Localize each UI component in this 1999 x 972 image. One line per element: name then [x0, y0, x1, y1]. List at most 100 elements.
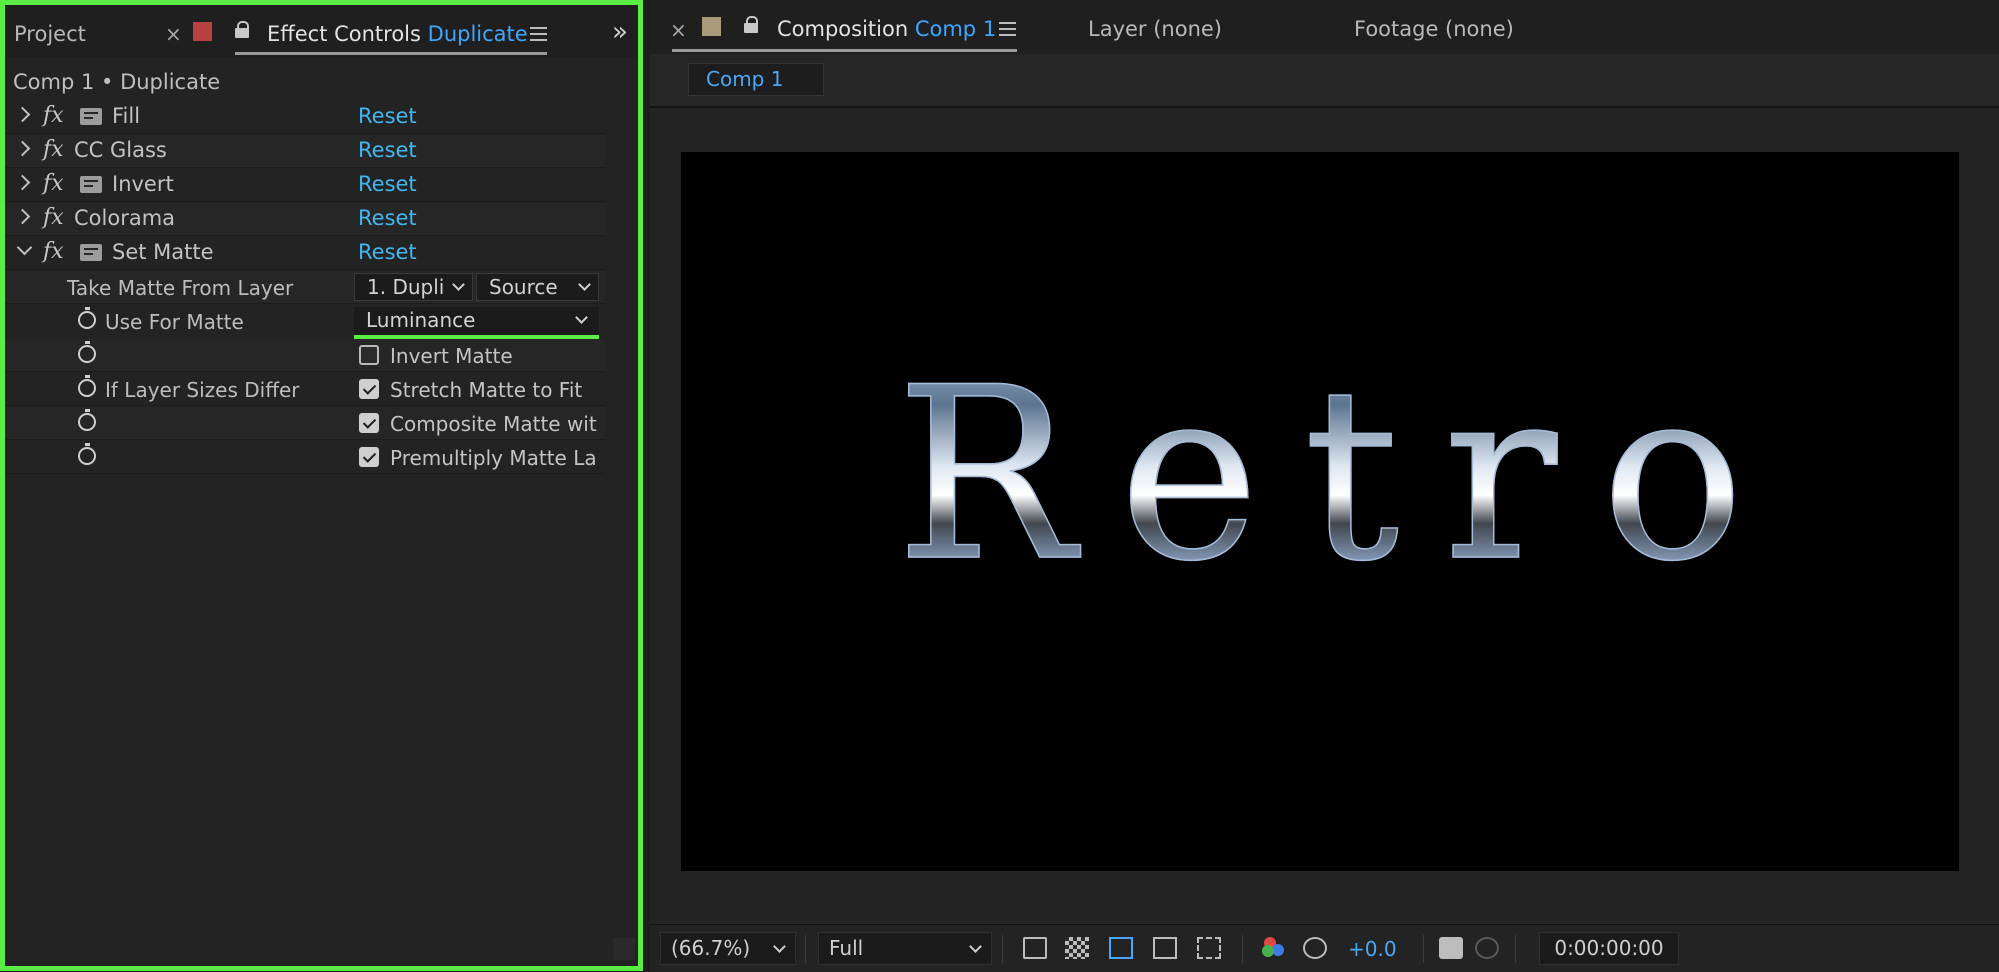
channel-rgb-icon[interactable] — [1262, 937, 1286, 959]
param-label: Use For Matte — [105, 310, 244, 334]
magnification-dropdown[interactable]: (66.7%) — [660, 932, 796, 965]
effect-row-colorama[interactable]: fx Colorama Reset — [5, 203, 605, 236]
reset-link[interactable]: Reset — [358, 172, 417, 196]
composition-navigator: Comp 1 — [650, 54, 1999, 108]
fast-previews-icon[interactable] — [1023, 937, 1047, 959]
close-tab-icon[interactable]: × — [165, 22, 182, 46]
reset-link[interactable]: Reset — [358, 138, 417, 162]
checkbox-label: Composite Matte wit — [390, 412, 597, 436]
region-of-interest-icon[interactable] — [1153, 937, 1177, 959]
tab-effect-controls-prefix: Effect Controls — [267, 22, 421, 46]
fx-icon[interactable]: fx — [43, 171, 64, 196]
effect-name: Colorama — [74, 206, 176, 230]
effect-row-cc-glass[interactable]: fx CC Glass Reset — [5, 135, 605, 168]
fx-icon[interactable]: fx — [43, 103, 64, 128]
exposure-value[interactable]: +0.0 — [1348, 937, 1397, 961]
stopwatch-icon[interactable] — [78, 341, 96, 363]
tab-composition[interactable]: Composition Comp 1 — [777, 17, 996, 41]
fx-icon[interactable]: fx — [43, 205, 64, 230]
effect-controls-panel: Project × Effect Controls Duplicate » Co… — [0, 0, 643, 971]
expand-chevron-icon[interactable] — [14, 174, 31, 191]
tab-footage[interactable]: Footage (none) — [1354, 17, 1514, 41]
param-row-layer-sizes: If Layer Sizes Differ Stretch Matte to F… — [5, 373, 605, 406]
use-for-matte-value: Luminance — [366, 308, 476, 332]
effect-row-set-matte[interactable]: fx Set Matte Reset — [5, 237, 605, 270]
transparency-grid-icon[interactable] — [1065, 937, 1089, 959]
source-dropdown[interactable]: Source — [476, 273, 599, 301]
snapshot-camera-icon[interactable] — [1439, 937, 1463, 959]
tab-effect-controls[interactable]: Effect Controls Duplicate — [267, 22, 528, 46]
tab-composition-prefix: Composition — [777, 17, 909, 41]
chevron-down-icon — [578, 278, 591, 291]
effect-row-fill[interactable]: fx Fill Reset — [5, 101, 605, 134]
active-tab-underline — [672, 49, 1017, 52]
param-row-invert-matte: Invert Matte — [5, 339, 605, 372]
param-label: If Layer Sizes Differ — [105, 378, 300, 402]
layer-dropdown-value: 1. Dupli — [367, 275, 445, 299]
retro-chrome-text: Retro — [681, 356, 1959, 596]
label-color-swatch[interactable] — [702, 17, 721, 36]
label-color-swatch[interactable] — [193, 22, 212, 41]
resolution-dropdown[interactable]: Full — [818, 932, 992, 965]
chevron-down-icon — [773, 940, 786, 953]
layer-dropdown[interactable]: 1. Dupli — [354, 273, 473, 301]
reset-exposure-icon[interactable] — [1303, 937, 1327, 959]
resolution-value: Full — [829, 936, 864, 960]
expand-chevron-icon[interactable] — [14, 106, 31, 123]
show-snapshot-icon[interactable] — [1475, 937, 1499, 959]
active-tab-underline — [235, 52, 547, 55]
expand-chevron-icon[interactable] — [14, 208, 31, 225]
stopwatch-icon[interactable] — [78, 409, 96, 431]
reset-link[interactable]: Reset — [358, 240, 417, 264]
effect-name: Set Matte — [112, 240, 214, 264]
comp-breadcrumb-tab[interactable]: Comp 1 — [688, 63, 824, 96]
invert-matte-checkbox[interactable] — [359, 345, 379, 365]
expand-chevron-icon[interactable] — [14, 140, 31, 157]
tab-effect-controls-layer: Duplicate — [427, 22, 528, 46]
panel-menu-icon[interactable] — [530, 27, 547, 41]
close-tab-icon[interactable]: × — [670, 18, 687, 42]
premultiply-matte-checkbox[interactable] — [359, 447, 379, 467]
tab-project[interactable]: Project — [14, 22, 86, 46]
checkbox-label: Premultiply Matte La — [390, 446, 597, 470]
overflow-chevrons-icon[interactable]: » — [612, 17, 628, 47]
composite-matte-checkbox[interactable] — [359, 413, 379, 433]
stopwatch-icon[interactable] — [78, 307, 96, 329]
stretch-matte-checkbox[interactable] — [359, 379, 379, 399]
effect-name: CC Glass — [74, 138, 167, 162]
chevron-down-icon — [969, 940, 982, 953]
param-row-premultiply: Premultiply Matte La — [5, 441, 605, 474]
scrollbar-corner[interactable] — [613, 938, 635, 960]
chevron-down-icon — [575, 311, 588, 324]
left-tab-bar: Project × Effect Controls Duplicate » — [5, 5, 638, 57]
effect-row-invert[interactable]: fx Invert Reset — [5, 169, 605, 202]
composition-panel: × Composition Comp 1 Layer (none) Footag… — [650, 0, 1999, 972]
tab-layer[interactable]: Layer (none) — [1088, 17, 1222, 41]
composition-viewer[interactable]: Retro — [681, 152, 1959, 871]
effect-name: Fill — [112, 104, 141, 128]
use-for-matte-dropdown[interactable]: Luminance — [354, 307, 599, 335]
source-dropdown-value: Source — [489, 275, 558, 299]
param-row-use-for-matte: Use For Matte Luminance — [5, 305, 605, 339]
checkbox-label: Invert Matte — [390, 344, 513, 368]
effect-badge-icon — [80, 244, 102, 261]
reset-link[interactable]: Reset — [358, 206, 417, 230]
param-row-composite: Composite Matte wit — [5, 407, 605, 440]
lock-icon[interactable] — [744, 16, 758, 34]
timecode-display[interactable]: 0:00:00:00 — [1539, 932, 1679, 965]
panel-menu-icon[interactable] — [999, 22, 1016, 36]
effect-badge-icon — [80, 176, 102, 193]
magnification-value: (66.7%) — [671, 936, 751, 960]
stopwatch-icon[interactable] — [78, 375, 96, 397]
fx-icon[interactable]: fx — [43, 137, 64, 162]
fx-icon[interactable]: fx — [43, 239, 64, 264]
collapse-chevron-icon[interactable] — [16, 239, 33, 256]
lock-icon[interactable] — [235, 21, 249, 39]
reset-link[interactable]: Reset — [358, 104, 417, 128]
param-label: Take Matte From Layer — [67, 276, 294, 300]
tab-composition-name: Comp 1 — [914, 17, 997, 41]
mask-visibility-icon[interactable] — [1109, 937, 1133, 959]
grid-guides-icon[interactable] — [1197, 937, 1221, 959]
stopwatch-icon[interactable] — [78, 443, 96, 465]
effect-badge-icon — [80, 108, 102, 125]
